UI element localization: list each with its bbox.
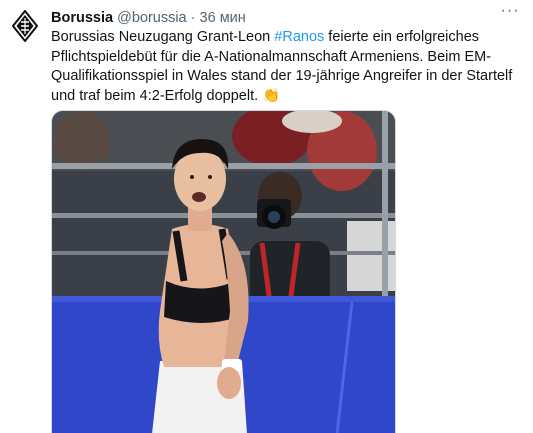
tweet-photo[interactable] — [51, 110, 396, 433]
borussia-crest-icon — [11, 9, 39, 43]
tweet-header: Borussia @borussia · 36 мин — [51, 9, 246, 27]
author-avatar[interactable] — [11, 9, 39, 43]
author-name[interactable]: Borussia — [51, 10, 113, 26]
clapping-hands-emoji: 👏 — [262, 87, 281, 104]
tweet-text: Borussias Neuzugang Grant-Leon #Ranos fe… — [51, 28, 521, 106]
photo-graphic — [52, 111, 395, 433]
more-options-button[interactable]: ··· — [499, 2, 521, 22]
tweet-text-part-1: Borussias Neuzugang Grant-Leon — [51, 29, 275, 45]
header-separator: · — [190, 10, 196, 26]
tweet-timestamp[interactable]: 36 мин — [200, 10, 246, 26]
author-handle[interactable]: @borussia — [117, 10, 187, 26]
hashtag-link[interactable]: #Ranos — [274, 29, 324, 45]
more-options-icon: ··· — [500, 2, 520, 19]
